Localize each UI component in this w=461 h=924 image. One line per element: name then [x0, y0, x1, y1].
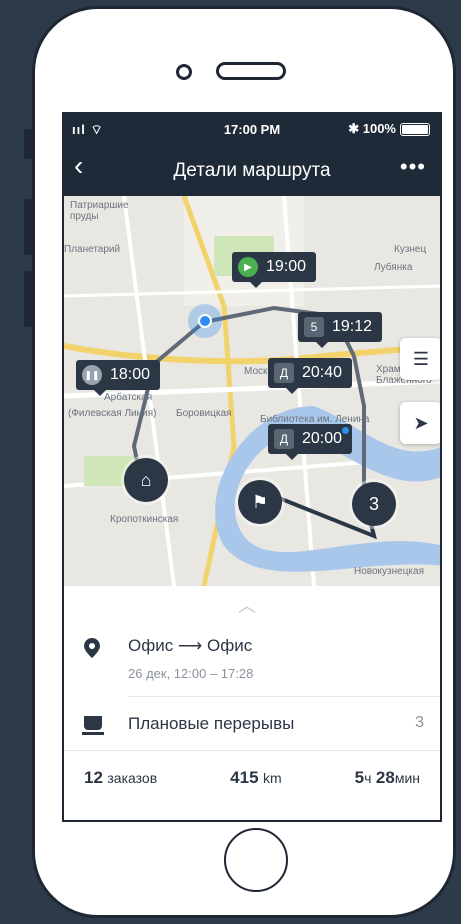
- minutes-value: 28: [375, 768, 395, 787]
- stop-marker-delivery-2[interactable]: Д 20:00: [268, 424, 353, 460]
- map-label-patriarshie: Патриаршие пруды: [70, 200, 129, 222]
- battery-icon: [400, 122, 430, 136]
- orders-unit: заказов: [107, 770, 158, 786]
- route-map[interactable]: Патриаршие пруды Планетарий Кузнец Лубян…: [64, 196, 440, 586]
- delivery-badge: Д: [274, 429, 294, 449]
- marker-tail: [94, 390, 106, 396]
- divider: [64, 750, 440, 751]
- marker-tail: [250, 282, 262, 288]
- stop-marker-5[interactable]: 5 19:12: [298, 312, 383, 348]
- marker-tail: [286, 454, 298, 460]
- distance-stat: 415 km: [230, 768, 282, 788]
- route-stats: 12 заказов 415 km 5ч 28мин: [64, 768, 440, 788]
- orders-value: 12: [84, 768, 103, 787]
- sliders-icon[interactable]: ☰: [400, 338, 440, 380]
- hours-unit: ч: [364, 770, 372, 786]
- duration-stat: 5ч 28мин: [355, 768, 420, 788]
- map-label-borovitskaya: Боровицкая: [176, 408, 232, 419]
- stop-marker-pause[interactable]: ❚❚ 18:00: [76, 360, 161, 396]
- earpiece-speaker: [216, 62, 286, 80]
- delivery-badge: Д: [274, 363, 294, 383]
- flag-icon[interactable]: ⚑: [238, 480, 282, 524]
- map-label-filyovskaya: (Филевская Линия): [68, 408, 157, 419]
- distance-unit: km: [262, 770, 282, 786]
- marker-tail: [286, 388, 298, 394]
- map-label-arbatskaya: Арбатская: [104, 392, 153, 403]
- orders-stat: 12 заказов: [84, 768, 157, 788]
- route-endpoints: Офис ⟶ Офис: [128, 636, 253, 655]
- stop-time: 19:00: [266, 258, 307, 275]
- battery-text: ✱ 100%: [348, 121, 396, 136]
- hours-value: 5: [354, 768, 365, 787]
- home-icon[interactable]: ⌂: [124, 458, 168, 502]
- distance-value: 415: [230, 768, 259, 787]
- cluster-marker[interactable]: 3: [352, 482, 396, 526]
- volume-down-button: [24, 271, 32, 327]
- route-date-range: 26 дек, 12:00 – 17:28: [128, 666, 254, 681]
- more-dots-icon[interactable]: •••: [400, 154, 426, 180]
- breaks-count: 3: [415, 714, 424, 731]
- new-indicator-dot: [342, 427, 350, 434]
- stop-time: 18:00: [110, 366, 151, 383]
- home-button[interactable]: [224, 828, 288, 892]
- current-location-marker: [188, 304, 222, 338]
- chevron-up-icon[interactable]: ︿: [238, 592, 256, 618]
- stop-time: 20:00: [302, 430, 343, 447]
- app-screen: ııl ⌔ 17:00 PM ✱ 100% ‹ Детали маршрута …: [62, 112, 442, 822]
- play-icon: ▶: [238, 257, 258, 277]
- stop-marker-delivery-1[interactable]: Д 20:40: [268, 358, 353, 394]
- map-label-lubyanka: Лубянка: [374, 262, 413, 273]
- coffee-cup-icon: [82, 716, 104, 735]
- stop-time: 19:12: [332, 318, 373, 335]
- minutes-unit: мин: [394, 770, 420, 786]
- map-pin-icon: [84, 638, 100, 658]
- breaks-label: Плановые перерывы: [128, 714, 295, 733]
- route-details-sheet: ︿ Офис ⟶ Офис 26 дек, 12:00 – 17:28 План…: [64, 586, 440, 820]
- stop-number-badge: 5: [304, 317, 324, 337]
- pause-icon: ❚❚: [82, 365, 102, 385]
- mute-switch: [24, 129, 32, 159]
- stop-marker-play[interactable]: ▶ 19:00: [232, 252, 317, 288]
- navigate-arrow-icon[interactable]: ➤: [400, 402, 440, 444]
- page-title: Детали маршрута: [173, 160, 331, 181]
- map-label-planetariy: Планетарий: [64, 244, 121, 255]
- map-label-kropotkinskaya: Кропоткинская: [110, 514, 179, 525]
- stop-time: 20:40: [302, 364, 343, 381]
- map-label-kuznetsky: Кузнец: [394, 244, 427, 255]
- front-camera: [176, 64, 192, 80]
- divider: [128, 696, 440, 697]
- status-bar: ııl ⌔ 17:00 PM ✱ 100%: [64, 114, 440, 144]
- marker-tail: [316, 342, 328, 348]
- nav-bar: ‹ Детали маршрута •••: [64, 144, 440, 196]
- battery-status: ✱ 100%: [348, 121, 430, 137]
- volume-up-button: [24, 199, 32, 255]
- map-label-novokuznetskaya: Новокузнецкая: [354, 566, 424, 577]
